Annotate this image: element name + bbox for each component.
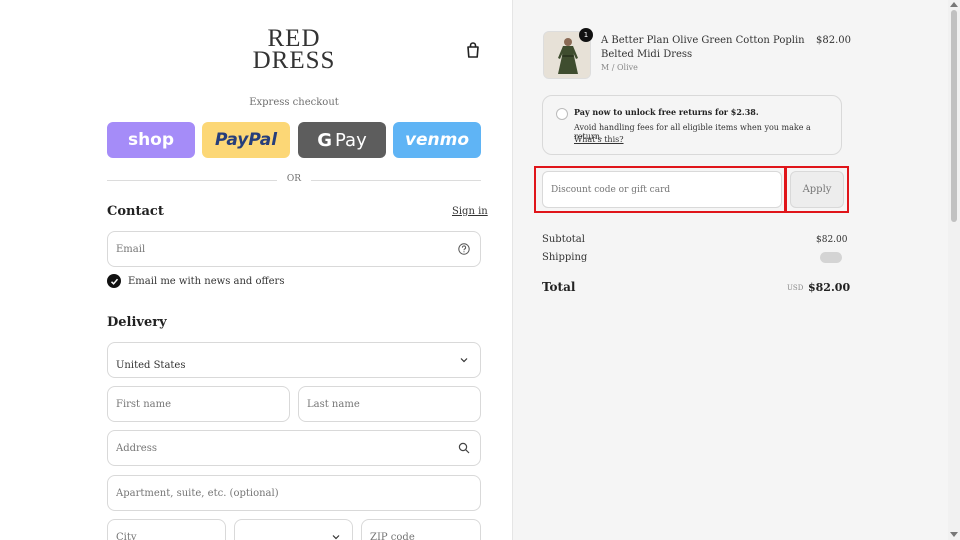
last-name-field[interactable] (298, 386, 481, 422)
google-pay-label: Pay (335, 129, 367, 151)
country-value: United States (116, 359, 186, 371)
google-g-icon: G (317, 129, 333, 151)
newsletter-option[interactable]: Email me with news and offers (107, 274, 284, 288)
brand-line-2: DRESS (252, 47, 336, 74)
chevron-down-icon (460, 358, 468, 363)
product-name: A Better Plan Olive Green Cotton Poplin … (601, 35, 805, 60)
free-returns-title: Pay now to unlock free returns for $2.38… (574, 107, 759, 117)
divider-line (311, 180, 481, 181)
checkmark-icon (110, 278, 118, 285)
quantity-badge: 1 (579, 28, 593, 42)
total-label: Total (542, 280, 576, 294)
paypal-label: PayPal (214, 130, 278, 150)
free-returns-offer[interactable]: Pay now to unlock free returns for $2.38… (542, 95, 842, 155)
delivery-title: Delivery (107, 315, 167, 330)
city-field[interactable] (107, 519, 226, 540)
subtotal-label: Subtotal (542, 234, 585, 245)
scrollbar-thumb[interactable] (951, 10, 957, 222)
brand-logo[interactable]: RED DRESS (0, 26, 588, 74)
sign-in-link[interactable]: Sign in (452, 206, 488, 217)
address-field[interactable] (107, 430, 481, 466)
whats-this-link[interactable]: What's this? (574, 135, 624, 144)
paypal-button[interactable]: PayPal (202, 122, 290, 158)
shopping-bag-icon[interactable] (464, 41, 482, 59)
scroll-up-arrow-icon[interactable] (950, 2, 958, 7)
currency-code: USD (787, 284, 804, 292)
zip-field[interactable] (361, 519, 481, 540)
vertical-scrollbar[interactable] (948, 0, 960, 540)
checkout-form-panel: RED DRESS Express checkout shop PayPal G… (0, 0, 512, 540)
first-name-field[interactable] (107, 386, 290, 422)
last-name-input[interactable] (307, 387, 480, 421)
scroll-down-arrow-icon[interactable] (950, 532, 958, 537)
total-value: $82.00 (808, 281, 851, 294)
shop-pay-label: shop (127, 130, 175, 150)
apartment-input[interactable] (116, 476, 480, 510)
country-select[interactable]: United States (107, 342, 481, 378)
shipping-label: Shipping (542, 252, 588, 263)
subtotal-value: $82.00 (816, 235, 848, 245)
search-icon[interactable] (458, 442, 470, 454)
highlight-box-discount (534, 166, 786, 213)
zip-input[interactable] (370, 520, 480, 540)
help-circle-icon[interactable] (458, 243, 470, 255)
highlight-box-apply (785, 166, 849, 213)
product-price: $82.00 (816, 35, 851, 46)
city-input[interactable] (116, 520, 225, 540)
chevron-down-icon (332, 535, 340, 540)
state-select[interactable] (234, 519, 353, 540)
venmo-label: venmo (404, 130, 470, 150)
free-returns-checkbox[interactable] (556, 108, 568, 120)
shop-pay-button[interactable]: shop (107, 122, 195, 158)
order-summary-panel (512, 0, 948, 540)
newsletter-checkbox[interactable] (107, 274, 121, 288)
venmo-button[interactable]: venmo (393, 122, 481, 158)
product-variant: M / Olive (601, 63, 638, 72)
express-checkout-label: Express checkout (249, 97, 339, 108)
address-input[interactable] (116, 431, 480, 465)
apartment-field[interactable] (107, 475, 481, 511)
or-label: OR (286, 174, 302, 184)
google-pay-button[interactable]: G Pay (298, 122, 386, 158)
first-name-input[interactable] (116, 387, 289, 421)
email-field[interactable] (107, 231, 481, 267)
newsletter-label: Email me with news and offers (128, 275, 285, 287)
or-divider: OR (107, 174, 481, 186)
contact-title: Contact (107, 204, 164, 219)
email-input[interactable] (116, 232, 480, 266)
shipping-loading-placeholder (820, 252, 842, 263)
